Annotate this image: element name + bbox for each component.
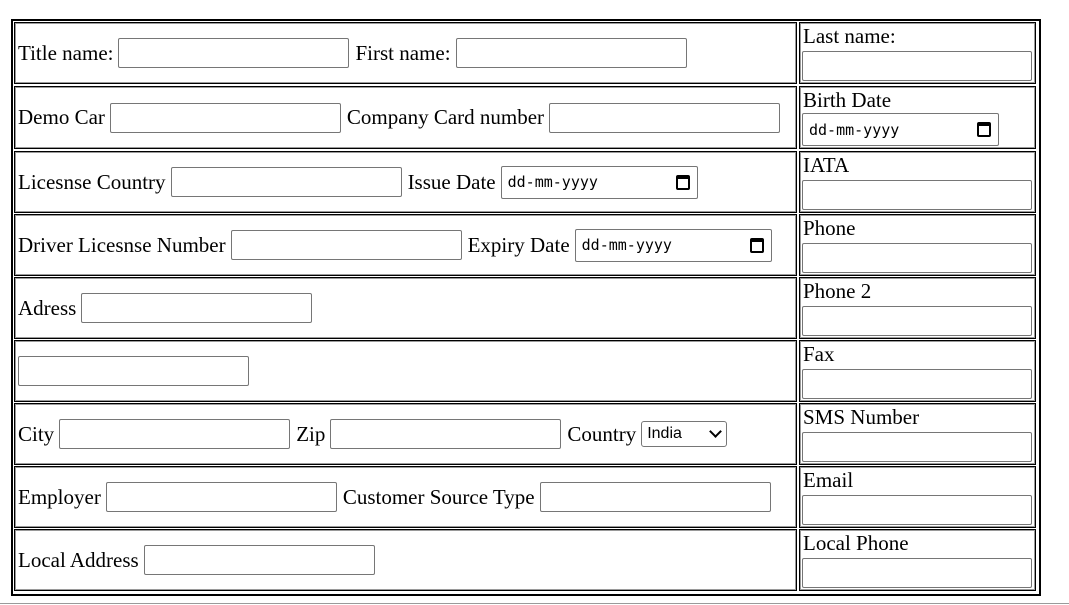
phone-2-label: Phone 2 <box>803 279 872 303</box>
license-country-input[interactable] <box>170 167 402 197</box>
driver-license-number-input[interactable] <box>230 230 462 260</box>
country-select[interactable]: India <box>641 421 728 447</box>
issue-date-placeholder: dd-mm-yyyy <box>507 173 598 191</box>
row-license-country: Licesnse Country Issue Date dd-mm-yyyy <box>14 151 797 213</box>
iata-label: IATA <box>803 153 850 177</box>
cell-last-name: Last name: <box>799 22 1036 84</box>
country-label: Country <box>567 421 637 446</box>
chevron-down-icon <box>709 425 723 438</box>
last-name-label: Last name: <box>803 24 896 48</box>
local-address-input[interactable] <box>143 545 375 575</box>
address-input[interactable] <box>81 293 313 323</box>
fax-input[interactable] <box>802 369 1032 399</box>
license-country-label: Licesnse Country <box>18 169 166 194</box>
first-name-input[interactable] <box>455 38 687 68</box>
cell-phone: Phone <box>799 214 1036 276</box>
zip-label: Zip <box>296 421 326 446</box>
city-input[interactable] <box>59 419 291 449</box>
expiry-date-input[interactable]: dd-mm-yyyy <box>574 228 772 262</box>
cell-birth-date: Birth Date dd-mm-yyyy <box>799 86 1036 149</box>
email-input[interactable] <box>802 495 1032 525</box>
calendar-icon[interactable] <box>675 174 690 190</box>
row-local-address: Local Address <box>14 529 797 591</box>
city-label: City <box>18 421 55 446</box>
issue-date-label: Issue Date <box>407 169 496 194</box>
local-phone-input[interactable] <box>802 558 1032 588</box>
first-name-label: First name: <box>355 40 451 65</box>
calendar-icon[interactable] <box>977 122 991 137</box>
last-name-input[interactable] <box>802 51 1032 81</box>
cell-iata: IATA <box>799 151 1036 213</box>
row-demo-car: Demo Car Company Card number <box>14 86 797 149</box>
local-phone-label: Local Phone <box>803 531 909 555</box>
email-label: Email <box>803 468 854 492</box>
row-city: City Zip Country India <box>14 403 797 465</box>
row-address: Adress <box>14 277 797 339</box>
customer-source-type-label: Customer Source Type <box>342 484 535 509</box>
sms-number-input[interactable] <box>802 432 1032 462</box>
zip-input[interactable] <box>330 419 562 449</box>
company-card-number-label: Company Card number <box>346 105 545 129</box>
row-employer: Employer Customer Source Type <box>14 466 797 528</box>
cell-phone-2: Phone 2 <box>799 277 1036 339</box>
issue-date-input[interactable]: dd-mm-yyyy <box>500 165 698 199</box>
local-address-label: Local Address <box>18 547 139 572</box>
birth-date-input[interactable]: dd-mm-yyyy <box>802 113 999 146</box>
phone-input[interactable] <box>802 243 1032 273</box>
country-select-value: India <box>647 425 682 442</box>
employer-input[interactable] <box>105 482 337 512</box>
birth-date-placeholder: dd-mm-yyyy <box>809 120 900 139</box>
demo-car-input[interactable] <box>109 102 341 133</box>
company-card-number-input[interactable] <box>549 102 781 133</box>
phone-2-input[interactable] <box>802 306 1032 336</box>
cell-fax: Fax <box>799 340 1036 402</box>
fax-label: Fax <box>803 342 835 366</box>
cell-sms-number: SMS Number <box>799 403 1036 465</box>
page-divider <box>0 603 1069 604</box>
title-name-input[interactable] <box>118 38 350 68</box>
birth-date-label: Birth Date <box>803 88 892 112</box>
cell-local-phone: Local Phone <box>799 529 1036 591</box>
cell-email: Email <box>799 466 1036 528</box>
employer-label: Employer <box>18 484 101 509</box>
expiry-date-label: Expiry Date <box>467 232 570 257</box>
driver-license-number-label: Driver Licesnse Number <box>18 232 226 257</box>
title-name-label: Title name: <box>18 40 114 65</box>
customer-source-type-input[interactable] <box>539 482 771 512</box>
demo-car-label: Demo Car <box>18 105 105 129</box>
expiry-date-placeholder: dd-mm-yyyy <box>581 236 672 254</box>
row-title: Title name: First name: <box>14 22 797 84</box>
phone-label: Phone <box>803 216 856 240</box>
address-line-2-input[interactable] <box>18 356 249 386</box>
address-label: Adress <box>18 295 77 320</box>
iata-input[interactable] <box>802 180 1032 210</box>
sms-number-label: SMS Number <box>803 405 920 429</box>
row-driver-license: Driver Licesnse Number Expiry Date dd-mm… <box>14 214 797 276</box>
calendar-icon[interactable] <box>749 237 764 253</box>
row-address-line-2 <box>14 340 797 402</box>
